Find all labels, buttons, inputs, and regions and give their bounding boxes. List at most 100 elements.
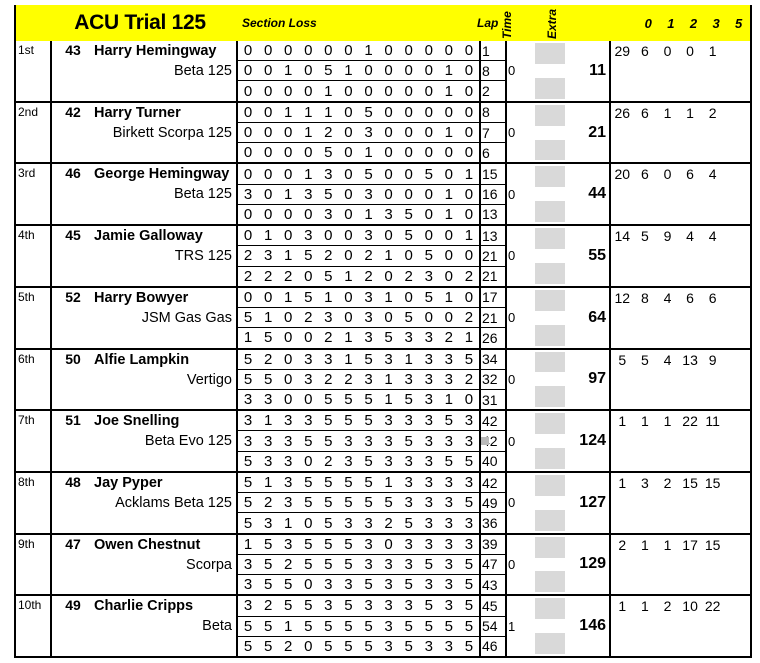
section-score: 3 (284, 412, 293, 430)
section-score: 1 (243, 329, 253, 347)
extra-marker (535, 249, 565, 263)
section-score: 3 (304, 185, 313, 203)
section-score: 3 (404, 474, 413, 492)
section-score: 0 (444, 144, 453, 162)
section-score: 3 (424, 432, 433, 450)
section-score: 1 (284, 247, 293, 265)
section-score: 5 (304, 247, 313, 265)
section-score: 0 (304, 205, 313, 223)
section-score: 0 (424, 309, 433, 327)
extra-cell (529, 411, 571, 471)
position-cell: 6th (16, 349, 52, 410)
section-score: 3 (364, 597, 373, 615)
penalty-count: 2 (663, 598, 672, 615)
penalty-count: 6 (686, 166, 694, 183)
section-score: 3 (424, 329, 433, 347)
section-score: 0 (424, 42, 433, 60)
section-score: 3 (384, 205, 393, 223)
section-score: 0 (404, 288, 413, 306)
penalty-count: 6 (686, 289, 694, 306)
time-header-label: Time (500, 11, 514, 39)
section-lap-1: 520331531335 (238, 350, 479, 370)
section-score: 1 (404, 350, 413, 368)
rider-number: 51 (65, 412, 81, 429)
section-score: 3 (263, 432, 273, 450)
section-score: 1 (284, 617, 293, 635)
section-score: 0 (404, 103, 413, 121)
section-score: 5 (364, 637, 373, 655)
section-score: 1 (364, 42, 373, 60)
extra-marker (535, 509, 565, 531)
table-row: 7th 51 Joe Snelling Beta Evo 125 3 1 3 3 5 5 5 3 3 3 5… (16, 409, 750, 471)
section-score: 0 (284, 391, 293, 409)
section-score: 5 (404, 205, 413, 223)
penalty-count: 6 (640, 43, 649, 59)
penalty-count: 15 (704, 474, 721, 491)
rider-cell: 43 Harry Hemingway Beta 125 (52, 41, 238, 101)
lap-total-cell: 39 47 43 (481, 534, 507, 595)
section-score: 0 (243, 124, 253, 142)
section-score: 5 (324, 185, 333, 203)
extra-cell (529, 473, 571, 533)
penalty-count: 3 (640, 474, 649, 491)
lap-total-cell: 42 42 40 (481, 411, 507, 471)
table-row: 6th 50 Alfie Lampkin Vertigo 5 2 0 3 3 1 5 3 1 3 3 5 5 5 0… (16, 347, 750, 410)
section-score: 3 (243, 576, 253, 594)
section-score: 0 (284, 165, 293, 183)
section-score: 1 (344, 329, 353, 347)
section-score: 5 (243, 309, 253, 327)
section-score: 0 (284, 144, 293, 162)
section-score: 5 (304, 474, 313, 492)
lap-total-cell: 876 (481, 102, 507, 163)
section-score: 0 (243, 62, 253, 80)
section-score: 1 (284, 514, 293, 532)
section-score: 0 (284, 309, 293, 327)
section-score: 5 (404, 514, 413, 532)
extra-cell (529, 596, 571, 656)
penalty-count: 17 (682, 536, 698, 553)
section-score: 1 (344, 62, 353, 80)
total-score: 64 (571, 287, 611, 348)
section-score: 3 (243, 432, 253, 450)
section-score: 5 (344, 494, 353, 512)
penalty-count: 1 (686, 104, 694, 121)
machine-name: Beta 125 (173, 186, 232, 203)
section-loss-cell: 513555513333523555553335531053325333 (238, 472, 481, 533)
penalty-counts: 5 5 4 13 9 (611, 350, 724, 410)
section-score: 5 (344, 555, 353, 573)
section-lap-3: 000050100000 (238, 143, 479, 162)
section-score: 3 (384, 576, 393, 594)
section-lap-2: 231520210500 (238, 246, 479, 267)
section-score: 1 (364, 144, 373, 162)
penalty-count: 2 (618, 536, 627, 553)
section-score: 3 (384, 617, 393, 635)
section-score: 0 (384, 42, 393, 60)
section-score: 1 (444, 82, 453, 100)
section-score: 5 (384, 494, 393, 512)
extra-marker (535, 536, 565, 558)
section-loss-cell: 153555303333352555333535355033535335 (238, 534, 481, 595)
section-score: 5 (424, 555, 433, 573)
section-lap-3: 355033535335 (238, 575, 479, 594)
section-score: 5 (424, 617, 433, 635)
section-score: 3 (364, 288, 373, 306)
section-score: 3 (263, 247, 273, 265)
section-loss-cell: 001510310510510230305002150021353321 (238, 287, 481, 348)
section-loss-cell: 520331531335550322313332330055515310 (238, 349, 481, 410)
section-score: 1 (384, 247, 393, 265)
section-score: 0 (464, 247, 474, 265)
section-score: 3 (304, 227, 313, 245)
extra-cell (529, 41, 571, 101)
penalty-header-3: 3 (712, 15, 720, 31)
lap-total: 13 (481, 226, 505, 247)
section-score: 2 (324, 329, 333, 347)
section-score: 1 (304, 124, 313, 142)
extra-marker (535, 201, 565, 223)
penalty-count: 6 (640, 104, 649, 121)
extra-cell (529, 350, 571, 410)
extra-marker (535, 386, 565, 408)
penalty-header-0: 0 (644, 15, 652, 31)
section-score: 0 (284, 205, 293, 223)
penalty-count: 1 (663, 536, 672, 553)
section-score: 0 (344, 103, 353, 121)
